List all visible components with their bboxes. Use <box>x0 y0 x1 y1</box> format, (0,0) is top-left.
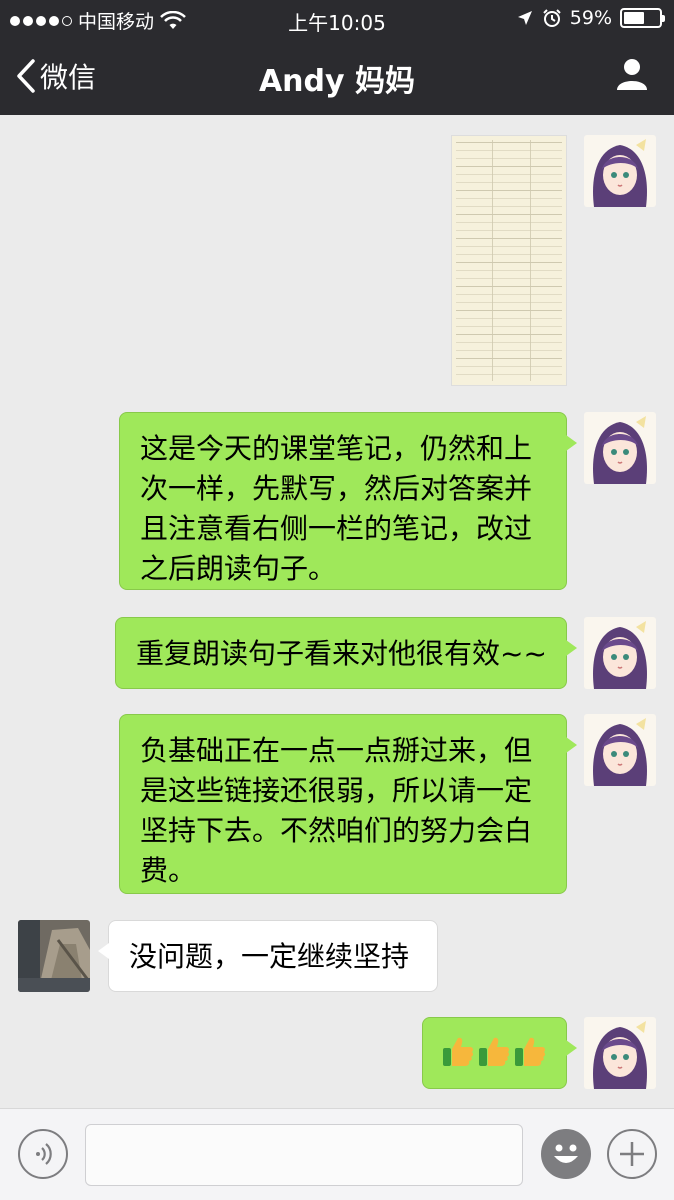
anime-avatar-image <box>584 617 656 689</box>
note-row-line <box>456 230 562 231</box>
note-row-line <box>456 318 562 319</box>
note-row-line <box>456 366 562 367</box>
thumbs-up-icon <box>443 1037 474 1066</box>
message-bubble[interactable] <box>422 1017 577 1089</box>
message-bubble[interactable]: 重复朗读句子看来对他很有效~~ <box>115 617 577 689</box>
smiley-icon <box>554 1144 578 1163</box>
message-text: 负基础正在一点一点掰过来，但是这些链接还很弱，所以请一定坚持下去。不然咱们的努力… <box>140 734 533 887</box>
plus-icon <box>620 1142 644 1166</box>
note-column-line <box>530 140 531 381</box>
message-input[interactable] <box>85 1124 523 1186</box>
note-row-line <box>456 214 562 215</box>
anime-avatar-image <box>584 714 656 786</box>
anime-avatar-image <box>584 1017 656 1089</box>
image-message[interactable] <box>451 135 567 386</box>
note-row-line <box>456 326 562 327</box>
note-row-line <box>456 262 562 263</box>
message-text: 这是今天的课堂笔记，仍然和上次一样，先默写，然后对答案并且注意看右侧一栏的笔记，… <box>140 432 533 585</box>
thumbs-up-emoji-row <box>441 1034 548 1068</box>
note-row-line <box>456 286 562 287</box>
note-row-line <box>456 182 562 183</box>
note-row-line <box>456 278 562 279</box>
alarm-clock-icon <box>543 9 561 27</box>
status-right: 59% <box>516 7 665 29</box>
nav-bar: 微信 Andy 妈妈 <box>0 38 674 115</box>
note-row-line <box>456 334 562 335</box>
user-icon <box>617 59 647 90</box>
thumbs-up-icon <box>479 1037 510 1066</box>
message-bubble[interactable]: 负基础正在一点一点掰过来，但是这些链接还很弱，所以请一定坚持下去。不然咱们的努力… <box>119 714 577 894</box>
note-row-line <box>456 166 562 167</box>
photo-avatar-image <box>18 920 90 992</box>
note-row-line <box>456 310 562 311</box>
note-row-line <box>456 142 562 143</box>
status-bar: 中国移动 上午10:05 59% <box>0 0 674 38</box>
note-row-line <box>456 254 562 255</box>
note-row-line <box>456 374 562 375</box>
note-row-line <box>456 270 562 271</box>
message-bubble[interactable]: 没问题，一定继续坚持 <box>98 920 438 992</box>
input-bar <box>0 1108 674 1200</box>
my-avatar[interactable] <box>584 412 656 484</box>
note-row-line <box>456 206 562 207</box>
voice-button[interactable] <box>18 1129 68 1179</box>
note-row-line <box>456 302 562 303</box>
thumbs-up-icon <box>515 1037 546 1066</box>
chat-area[interactable]: 这是今天的课堂笔记，仍然和上次一样，先默写，然后对答案并且注意看右侧一栏的笔记，… <box>0 115 674 1108</box>
more-button[interactable] <box>607 1129 657 1179</box>
battery-percent: 59% <box>569 7 612 29</box>
message-text: 没问题，一定继续坚持 <box>129 940 410 973</box>
voice-icon <box>36 1143 52 1165</box>
chat-title: Andy 妈妈 <box>258 64 416 99</box>
note-row-line <box>456 246 562 247</box>
my-avatar[interactable] <box>584 135 656 207</box>
anime-avatar-image <box>584 412 656 484</box>
note-row-line <box>456 222 562 223</box>
emoji-button[interactable] <box>541 1129 591 1179</box>
friend-avatar[interactable] <box>18 920 90 992</box>
note-row-line <box>456 294 562 295</box>
note-row-line <box>456 238 562 239</box>
anime-avatar-image <box>584 135 656 207</box>
my-avatar[interactable] <box>584 617 656 689</box>
message-bubble[interactable]: 这是今天的课堂笔记，仍然和上次一样，先默写，然后对答案并且注意看右侧一栏的笔记，… <box>119 412 577 590</box>
note-row-line <box>456 342 562 343</box>
note-row-line <box>456 350 562 351</box>
message-text: 重复朗读句子看来对他很有效~~ <box>136 637 547 670</box>
note-column-line <box>492 140 493 381</box>
location-arrow-icon <box>517 11 532 25</box>
my-avatar[interactable] <box>584 714 656 786</box>
note-row-line <box>456 358 562 359</box>
note-row-line <box>456 190 562 191</box>
note-row-line <box>456 198 562 199</box>
battery-icon <box>620 8 665 28</box>
chat-info-button[interactable] <box>614 56 650 96</box>
my-avatar[interactable] <box>584 1017 656 1089</box>
note-row-line <box>456 150 562 151</box>
note-row-line <box>456 158 562 159</box>
note-row-line <box>456 174 562 175</box>
